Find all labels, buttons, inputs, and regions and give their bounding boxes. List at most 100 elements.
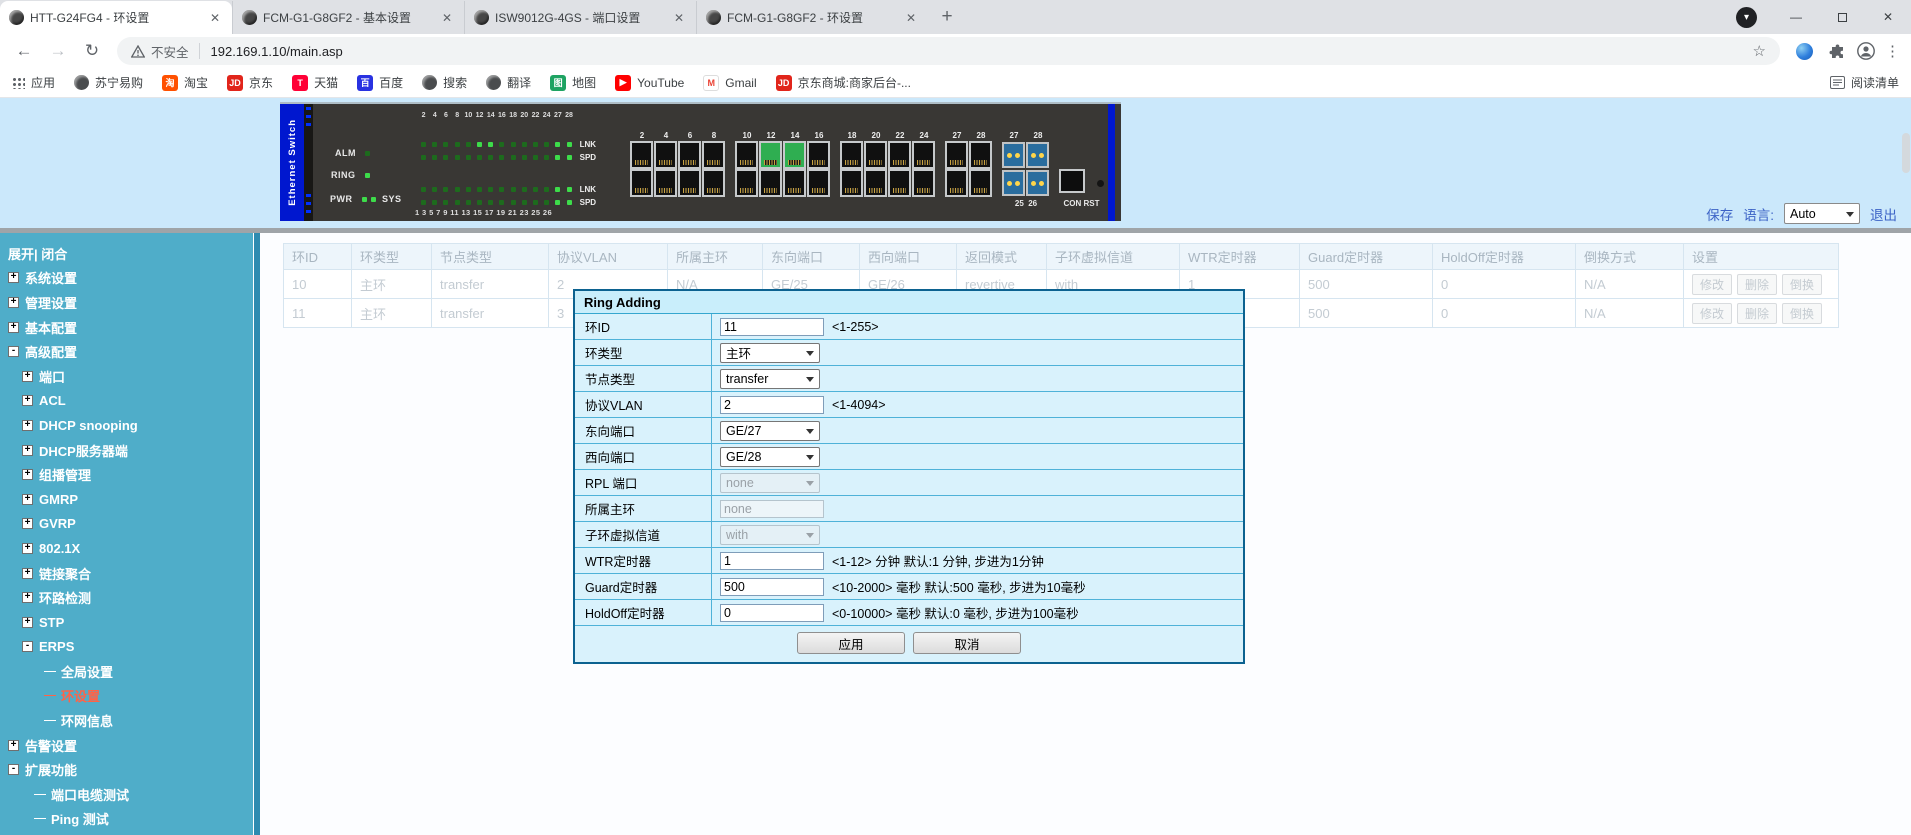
sidebar-item[interactable]: +基本配置 <box>0 315 253 340</box>
extension-icon[interactable] <box>1796 43 1813 60</box>
forward-button[interactable]: → <box>45 38 71 64</box>
dialog-select[interactable]: GE/28 <box>720 447 820 467</box>
tree-expand-icon[interactable]: + <box>22 568 33 579</box>
avatar[interactable] <box>1854 39 1878 63</box>
sidebar-item[interactable]: 环设置 <box>0 684 253 709</box>
dialog-input[interactable] <box>720 578 824 596</box>
sidebar-item[interactable]: Ping 测试 <box>0 807 253 832</box>
sidebar-item[interactable]: +DHCP snooping <box>0 413 253 438</box>
dialog-input[interactable] <box>720 318 824 336</box>
tree-expand-icon[interactable]: + <box>8 297 19 308</box>
logout-link[interactable]: 退出 <box>1870 204 1897 224</box>
sidebar-item[interactable]: +管理设置 <box>0 290 253 315</box>
bookmark-item[interactable]: 苏宁易购 <box>74 74 143 91</box>
row-action-button[interactable]: 删除 <box>1737 303 1777 324</box>
sidebar-item[interactable]: +环路检测 <box>0 585 253 610</box>
row-action-button[interactable]: 修改 <box>1692 274 1732 295</box>
tab-close-icon[interactable]: ✕ <box>207 10 223 26</box>
row-action-button[interactable]: 倒换 <box>1782 274 1822 295</box>
tree-expand-icon[interactable]: + <box>8 272 19 283</box>
browser-menu-icon[interactable]: ⋮ <box>1885 42 1900 60</box>
sidebar-item[interactable]: 环网信息 <box>0 708 253 733</box>
sidebar-item[interactable]: 端口电缆测试 <box>0 782 253 807</box>
row-action-button[interactable]: 删除 <box>1737 274 1777 295</box>
tree-expand-icon[interactable]: + <box>22 518 33 529</box>
sidebar-item[interactable]: +告警设置 <box>0 733 253 758</box>
sidebar-item[interactable]: +链接聚合 <box>0 561 253 586</box>
dialog-select[interactable]: 主环 <box>720 343 820 363</box>
bookmark-item[interactable]: T天猫 <box>292 74 338 91</box>
bookmark-star-icon[interactable]: ☆ <box>1753 42 1766 60</box>
tab-close-icon[interactable]: ✕ <box>903 10 919 26</box>
tree-collapse-icon[interactable]: - <box>8 346 19 357</box>
tree-collapse-icon[interactable]: - <box>22 641 33 652</box>
sidebar-item[interactable]: +GVRP <box>0 512 253 537</box>
dialog-input[interactable] <box>720 396 824 414</box>
close-button[interactable]: ✕ <box>1865 0 1911 34</box>
tree-expand-icon[interactable]: + <box>8 740 19 751</box>
sidebar-item[interactable]: 展开| 闭合 <box>0 241 253 266</box>
new-tab-button[interactable]: + <box>934 4 960 30</box>
tree-expand-icon[interactable]: + <box>8 322 19 333</box>
dialog-select[interactable]: transfer <box>720 369 820 389</box>
tree-expand-icon[interactable]: + <box>22 494 33 505</box>
sidebar-item[interactable]: +DHCP服务器端 <box>0 438 253 463</box>
browser-circle-icon[interactable]: ▾ <box>1736 7 1757 28</box>
back-button[interactable]: ← <box>11 38 37 64</box>
tree-expand-icon[interactable]: + <box>22 371 33 382</box>
apply-button[interactable]: 应用 <box>797 632 905 654</box>
bookmark-item[interactable]: 翻译 <box>486 74 531 91</box>
sidebar-item[interactable]: +组播管理 <box>0 462 253 487</box>
bookmark-item[interactable]: JD京东 <box>227 74 273 91</box>
bookmark-item[interactable]: 淘淘宝 <box>162 74 208 91</box>
sidebar-item[interactable]: 全局设置 <box>0 659 253 684</box>
dialog-input[interactable] <box>720 604 824 622</box>
tree-expand-icon[interactable]: + <box>22 543 33 554</box>
tree-collapse-icon[interactable]: - <box>8 764 19 775</box>
address-bar[interactable]: 不安全 192.169.1.10/main.asp ☆ <box>117 37 1780 65</box>
bookmark-item[interactable]: ▶YouTube <box>615 75 684 91</box>
row-action-button[interactable]: 修改 <box>1692 303 1732 324</box>
bookmark-item[interactable]: 应用 <box>12 74 55 91</box>
tree-expand-icon[interactable]: + <box>22 617 33 628</box>
dialog-input[interactable] <box>720 552 824 570</box>
dialog-select[interactable]: GE/27 <box>720 421 820 441</box>
sidebar-item[interactable]: +系统设置 <box>0 266 253 291</box>
tree-expand-icon[interactable]: + <box>22 395 33 406</box>
tree-expand-icon[interactable]: + <box>22 420 33 431</box>
tree-expand-icon[interactable]: + <box>22 592 33 603</box>
tab-close-icon[interactable]: ✕ <box>439 10 455 26</box>
language-select[interactable]: Auto <box>1784 203 1860 224</box>
sidebar-item[interactable]: +ACL <box>0 389 253 414</box>
browser-tab[interactable]: ISW9012G-4GS - 端口设置✕ <box>464 1 696 34</box>
sidebar-item[interactable]: +端口 <box>0 364 253 389</box>
sidebar-item[interactable]: +802.1X <box>0 536 253 561</box>
maximize-button[interactable] <box>1819 0 1865 34</box>
tab-close-icon[interactable]: ✕ <box>671 10 687 26</box>
browser-tab[interactable]: FCM-G1-G8GF2 - 环设置✕ <box>696 1 928 34</box>
cancel-button[interactable]: 取消 <box>913 632 1021 654</box>
row-action-button[interactable]: 倒换 <box>1782 303 1822 324</box>
reload-button[interactable]: ↻ <box>79 38 105 64</box>
browser-tab[interactable]: FCM-G1-G8GF2 - 基本设置✕ <box>232 1 464 34</box>
bookmark-item[interactable]: MGmail <box>703 75 756 91</box>
sidebar-item[interactable]: -高级配置 <box>0 339 253 364</box>
sidebar-item[interactable]: +STP <box>0 610 253 635</box>
browser-tab[interactable]: HTT-G24FG4 - 环设置✕ <box>0 1 232 34</box>
bookmark-item[interactable]: 搜索 <box>422 74 467 91</box>
reading-list-button[interactable]: 阅读清单 <box>1830 74 1899 91</box>
port-pins <box>950 160 963 165</box>
sidebar-item[interactable]: +GMRP <box>0 487 253 512</box>
bookmark-item[interactable]: 图地图 <box>550 74 596 91</box>
save-link[interactable]: 保存 <box>1706 204 1733 224</box>
tree-expand-icon[interactable]: + <box>22 469 33 480</box>
bookmark-item[interactable]: 百百度 <box>357 74 403 91</box>
extensions-puzzle-icon[interactable] <box>1824 39 1848 63</box>
bookmark-item[interactable]: JD京东商城:商家后台-... <box>776 74 911 91</box>
sidebar-item[interactable]: -ERPS <box>0 635 253 660</box>
tree-expand-icon[interactable]: + <box>22 445 33 456</box>
sidebar-item[interactable]: -扩展功能 <box>0 757 253 782</box>
minimize-button[interactable]: — <box>1773 0 1819 34</box>
page-scrollbar-thumb[interactable] <box>1902 133 1910 173</box>
dialog-field-control: GE/28 <box>711 444 1243 469</box>
